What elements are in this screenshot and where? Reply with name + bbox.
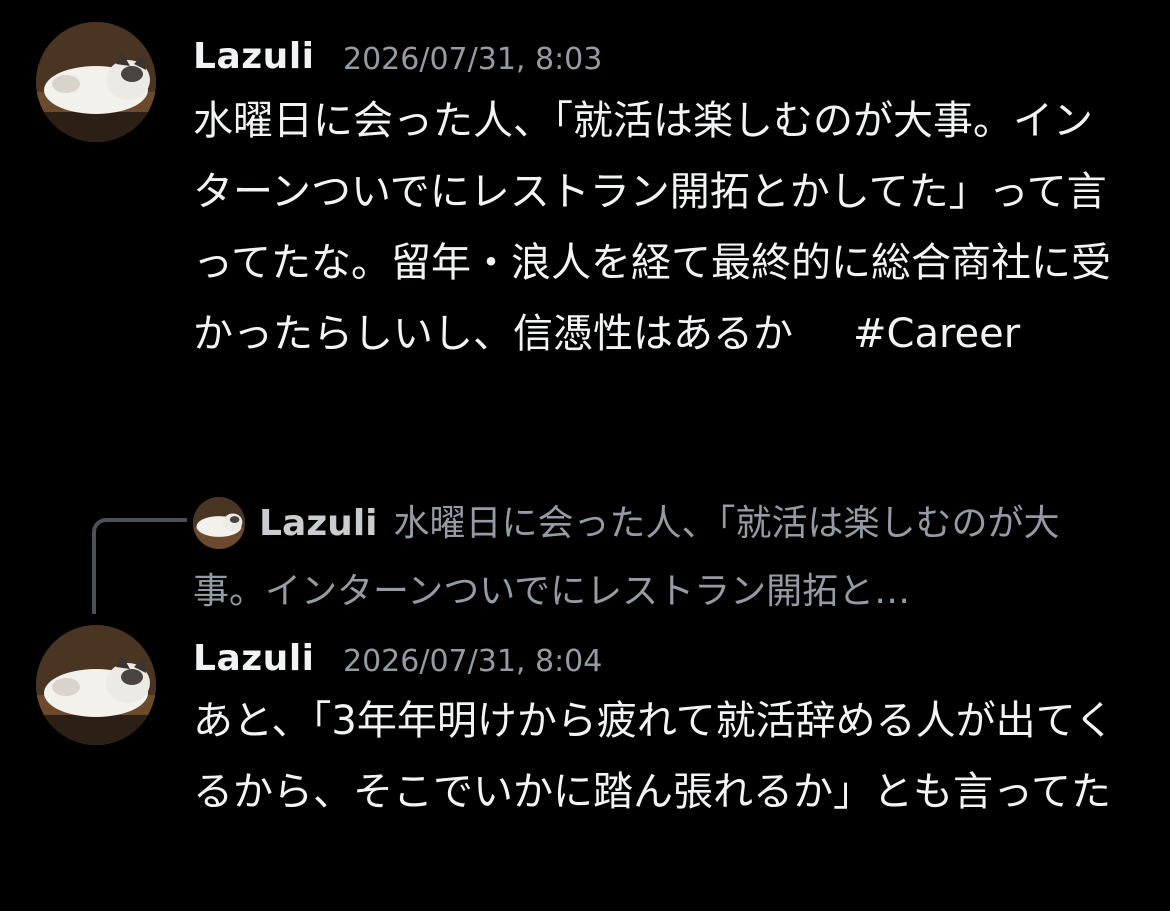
message-username[interactable]: Lazuli [193, 36, 315, 77]
message-text: あと、「3年年明けから疲れて就活辞める人が出てくるから、そこでいかに踏ん張れるか… [193, 698, 1115, 815]
reply-username: Lazuli [259, 503, 378, 544]
message-timestamp: 2026/07/31, 8:04 [343, 644, 603, 679]
hashtag-link[interactable]: #Career [853, 311, 1020, 357]
message-timestamp: 2026/07/31, 8:03 [343, 42, 603, 77]
cat-avatar-icon [36, 22, 156, 142]
user-avatar[interactable] [36, 22, 156, 142]
user-avatar[interactable] [36, 625, 156, 745]
reply-connector-line [92, 518, 187, 614]
message-username[interactable]: Lazuli [193, 638, 315, 679]
message-content: 水曜日に会った人、「就活は楽しむのが大事。インターンついでにレストラン開拓とかし… [193, 86, 1123, 370]
cat-avatar-icon [36, 625, 156, 745]
message-content: あと、「3年年明けから疲れて就活辞める人が出てくるから、そこでいかに踏ん張れるか… [193, 686, 1123, 828]
reply-preview[interactable]: Lazuli 水曜日に会った人、「就活は楽しむのが大事。インターンついでにレストラ… [193, 490, 1113, 626]
